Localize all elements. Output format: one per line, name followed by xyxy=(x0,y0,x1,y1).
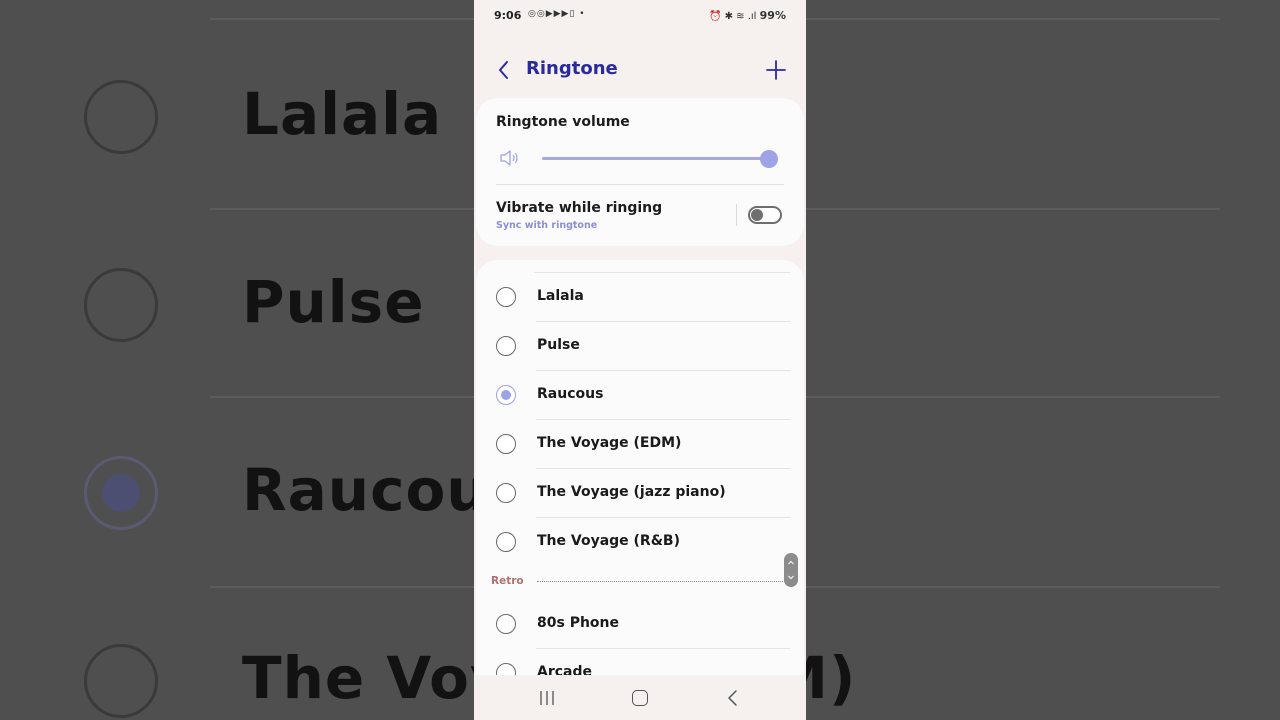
plus-icon xyxy=(766,60,786,80)
ringtone-label: Lalala xyxy=(537,288,584,304)
radio-button[interactable] xyxy=(496,614,516,634)
list-item[interactable]: Pulse xyxy=(476,322,804,371)
toggle-knob xyxy=(751,209,763,221)
navigation-bar xyxy=(474,676,806,720)
bg-radio xyxy=(84,80,158,154)
vertical-separator xyxy=(736,204,737,226)
speaker-icon[interactable] xyxy=(498,148,520,168)
volume-slider-track[interactable] xyxy=(542,157,770,160)
page-title: Ringtone xyxy=(526,58,618,79)
list-item[interactable]: Lalala xyxy=(476,273,804,322)
vibrate-label[interactable]: Vibrate while ringing xyxy=(496,200,662,216)
recent-apps-button[interactable] xyxy=(538,690,556,706)
ringtone-label: Arcade xyxy=(537,664,593,675)
vibrate-sublabel: Sync with ringtone xyxy=(496,220,598,231)
radio-button[interactable] xyxy=(496,287,516,307)
list-item[interactable]: The Voyage (R&B) xyxy=(476,518,804,567)
bg-radio xyxy=(84,644,158,718)
recent-apps-icon xyxy=(540,691,554,705)
radio-button[interactable] xyxy=(496,336,516,356)
ringtone-list: Lalala Pulse Raucous The Voyage (EDM) Th… xyxy=(476,260,804,675)
list-item[interactable]: Arcade xyxy=(476,649,804,675)
ringtone-label: Raucous xyxy=(537,386,604,402)
back-button[interactable] xyxy=(492,58,516,82)
vibrate-toggle[interactable] xyxy=(748,206,782,224)
list-item[interactable]: The Voyage (jazz piano) xyxy=(476,469,804,518)
volume-label: Ringtone volume xyxy=(496,114,630,130)
radio-button[interactable] xyxy=(496,434,516,454)
bg-radio xyxy=(84,268,158,342)
chevron-left-icon xyxy=(499,61,508,79)
bg-radio-selected xyxy=(84,456,158,530)
notification-icons: ◎◎▶▶▶▯ • xyxy=(528,9,586,19)
back-icon xyxy=(728,690,737,706)
scroll-arrows-icon xyxy=(788,560,794,580)
list-item[interactable]: 80s Phone xyxy=(476,600,804,649)
battery-level: 99% xyxy=(759,9,786,22)
section-divider xyxy=(537,581,785,582)
bg-item-label: Pulse xyxy=(242,268,425,336)
add-ringtone-button[interactable] xyxy=(764,58,788,82)
divider xyxy=(496,184,784,185)
ringtone-label: The Voyage (EDM) xyxy=(537,435,682,451)
section-label: Retro xyxy=(491,575,524,587)
home-button[interactable] xyxy=(632,690,648,706)
bg-item-label: Lalala xyxy=(242,80,443,148)
ringtone-label: 80s Phone xyxy=(537,615,619,631)
radio-button[interactable] xyxy=(496,663,516,675)
radio-button-selected[interactable] xyxy=(496,385,516,405)
phone-screen: 9:06 ◎◎▶▶▶▯ • ⏰ ✱ ≋ .ıl 99% Ringtone Rin… xyxy=(474,0,806,720)
nav-back-button[interactable] xyxy=(724,688,742,708)
fast-scroll-handle[interactable] xyxy=(784,553,798,587)
list-item[interactable]: The Voyage (EDM) xyxy=(476,420,804,469)
ringtone-label: Pulse xyxy=(537,337,580,353)
radio-button[interactable] xyxy=(496,532,516,552)
radio-button[interactable] xyxy=(496,483,516,503)
status-bar: 9:06 ◎◎▶▶▶▯ • ⏰ ✱ ≋ .ıl 99% xyxy=(474,0,806,32)
settings-card: Ringtone volume Vibrate while ringing Sy… xyxy=(476,98,804,246)
ringtone-label: The Voyage (jazz piano) xyxy=(537,484,726,500)
system-icons: ⏰ ✱ ≋ .ıl 99% xyxy=(709,9,786,22)
section-header-retro: Retro xyxy=(476,570,804,594)
volume-slider-thumb[interactable] xyxy=(760,150,778,168)
status-time: 9:06 xyxy=(494,9,522,22)
app-header: Ringtone xyxy=(474,52,806,88)
ringtone-label: The Voyage (R&B) xyxy=(537,533,680,549)
status-icons: ⏰ ✱ ≋ .ıl xyxy=(708,11,760,22)
list-item[interactable]: Raucous xyxy=(476,371,804,420)
